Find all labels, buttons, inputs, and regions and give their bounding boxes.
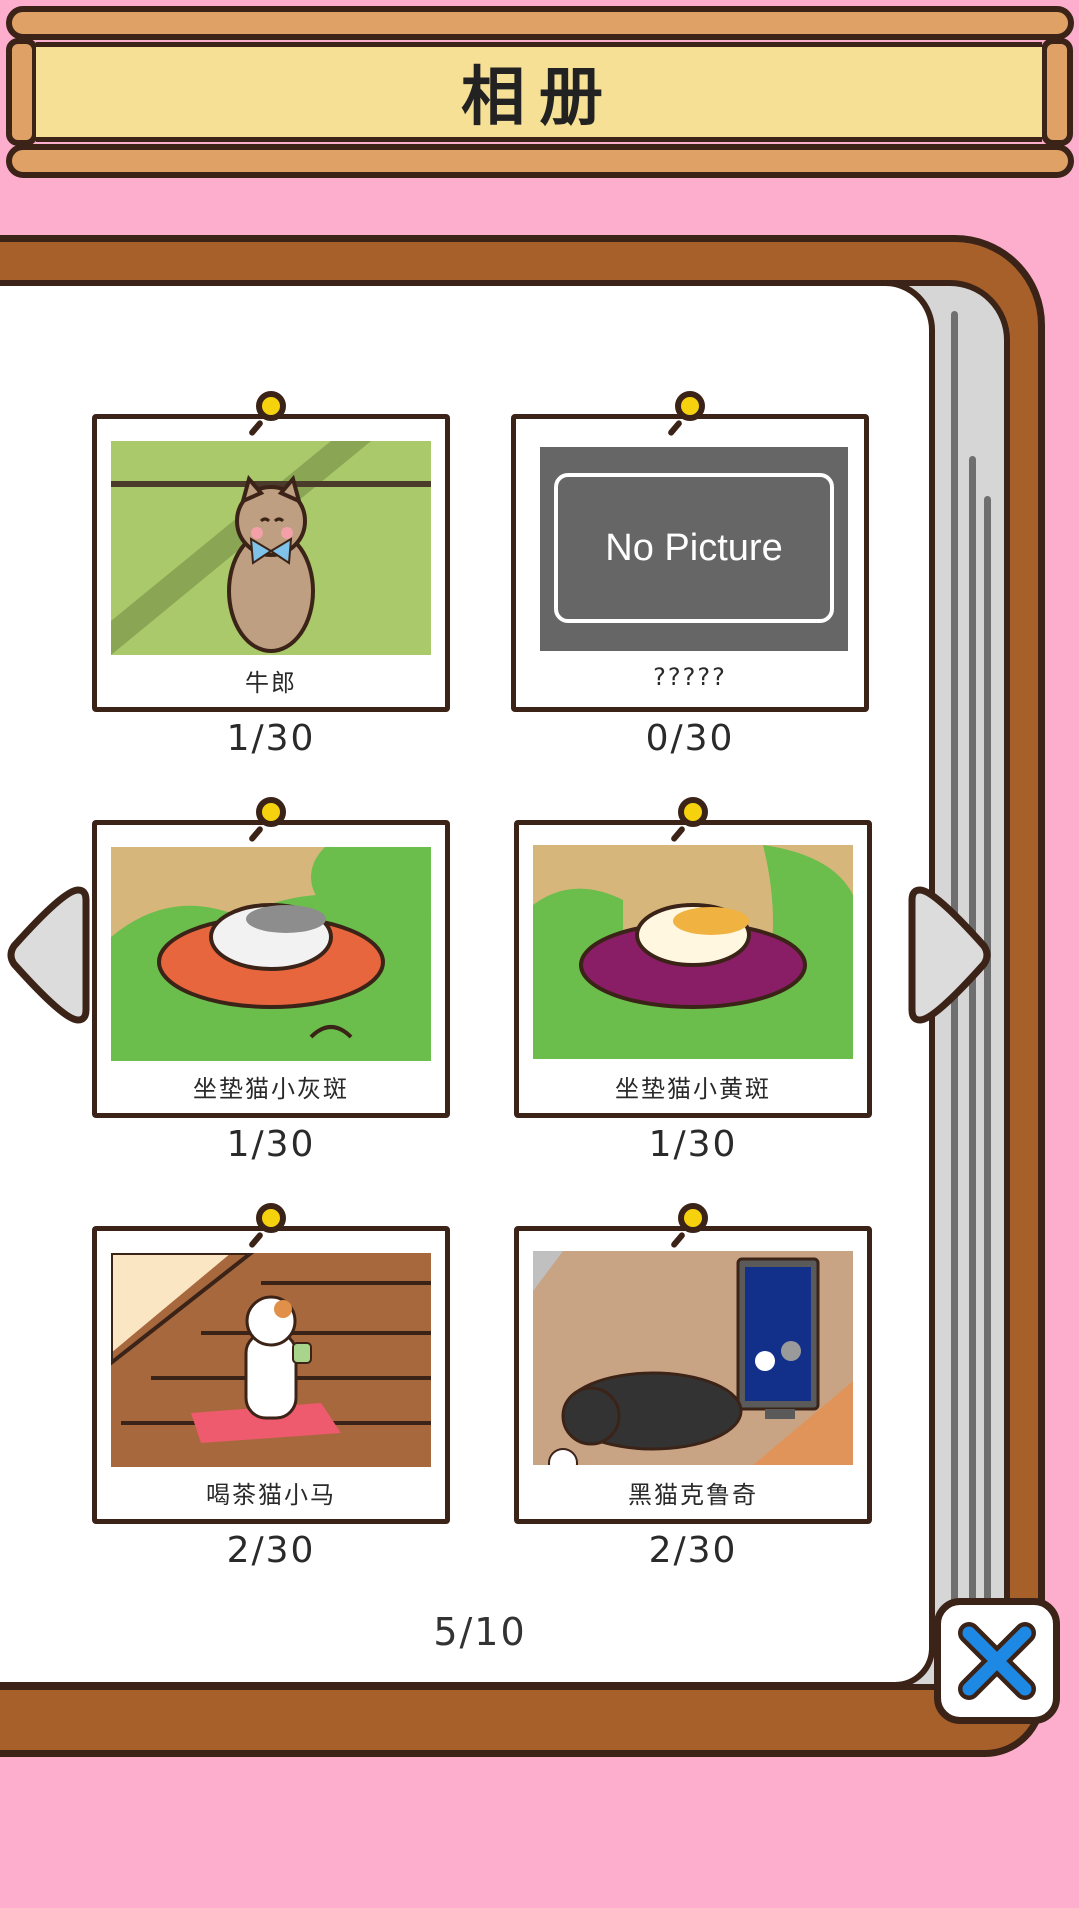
close-x-icon [958, 1622, 1036, 1700]
prev-page-button[interactable] [4, 880, 90, 1030]
pushpin-icon [675, 391, 705, 421]
signboard-right-post [1041, 38, 1073, 146]
no-picture-label: No Picture [605, 526, 783, 569]
close-button[interactable] [934, 1598, 1060, 1724]
photo-count: 1/30 [226, 718, 316, 759]
pushpin-icon [678, 1203, 708, 1233]
signboard-left-post [6, 38, 38, 146]
photo-image [533, 1251, 853, 1465]
photo-name: ????? [653, 663, 727, 691]
photo-name: 牛郎 [245, 669, 297, 697]
triangle-left-icon [7, 886, 90, 1024]
photo-card[interactable]: 坐垫猫小黄斑 [514, 797, 872, 1118]
photo-card[interactable]: 坐垫猫小灰斑 [92, 797, 450, 1118]
page-indicator: 5/10 [433, 1610, 527, 1654]
signboard-bottom-bar [6, 144, 1074, 178]
next-page-button[interactable] [908, 880, 994, 1030]
photo-image [111, 441, 431, 655]
title-panel: 相册 [36, 42, 1042, 142]
triangle-right-icon [908, 886, 991, 1024]
pushpin-icon [678, 797, 708, 827]
photo-card[interactable]: 喝茶猫小马 [92, 1203, 450, 1524]
photo-count: 1/30 [226, 1124, 316, 1165]
photo-image [111, 1253, 431, 1467]
photo-card[interactable]: 黑猫克鲁奇 [514, 1203, 872, 1524]
photo-count: 2/30 [226, 1530, 316, 1571]
photo-card-locked[interactable]: No Picture ????? [511, 391, 869, 712]
page-title: 相册 [461, 61, 617, 135]
photo-count: 2/30 [648, 1530, 738, 1571]
pushpin-icon [256, 1203, 286, 1233]
signboard-top-bar [6, 6, 1074, 40]
photo-count: 0/30 [645, 718, 735, 759]
photo-name: 坐垫猫小灰斑 [193, 1075, 349, 1103]
photo-card[interactable]: 牛郎 [92, 391, 450, 712]
photo-name: 坐垫猫小黄斑 [615, 1075, 771, 1103]
no-picture-placeholder: No Picture [540, 447, 848, 651]
photo-name: 喝茶猫小马 [206, 1481, 336, 1509]
photo-count: 1/30 [648, 1124, 738, 1165]
photo-image [533, 845, 853, 1059]
pushpin-icon [256, 391, 286, 421]
photo-image [111, 847, 431, 1061]
title-signboard: 相册 [0, 0, 1079, 190]
photo-name: 黑猫克鲁奇 [628, 1481, 758, 1509]
pushpin-icon [256, 797, 286, 827]
